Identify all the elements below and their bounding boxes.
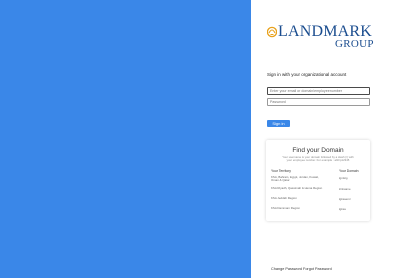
landmark-group-logo: LANDMARK GROUP <box>267 22 387 52</box>
find-domain-card: Find your Domain Your username is your d… <box>266 140 370 221</box>
landmark-emblem-icon <box>267 26 277 38</box>
find-domain-description: Your username is your domain followed by… <box>282 155 354 163</box>
find-domain-title: Find your Domain <box>292 147 344 154</box>
logo-wordmark-group: GROUP <box>335 38 374 50</box>
login-illustration-panel <box>0 0 251 278</box>
signin-panel: LANDMARK GROUP Sign in with your organiz… <box>251 0 400 278</box>
domain-column-header: Your Domain <box>339 169 359 173</box>
domain-cell: lgmktg <box>339 176 348 180</box>
territory-column-header: Your Territory <box>271 169 291 173</box>
forgot-password-link[interactable]: Forgot Password <box>303 267 332 271</box>
signin-heading: Sign in with your organizational account <box>267 72 347 77</box>
change-password-link[interactable]: Change Password <box>271 267 302 271</box>
email-input[interactable] <box>267 87 370 95</box>
territory-cell: KSA Dammam Region <box>271 206 300 210</box>
domain-cell: lgksaemr <box>339 197 351 201</box>
domain-cell: lcrksame <box>339 187 351 191</box>
domain-cell: lgksa <box>339 207 346 211</box>
password-input[interactable] <box>267 98 370 106</box>
territory-cell: KSA Jeddah Region <box>271 196 297 200</box>
signin-button[interactable]: Sign in <box>267 120 290 127</box>
territory-cell: KSA, Bahrain, Egypt, Jordan, Kuwait, Oma… <box>271 175 319 183</box>
territory-cell: KSA Riyadh, Qassimah & Hema Region <box>271 186 323 190</box>
